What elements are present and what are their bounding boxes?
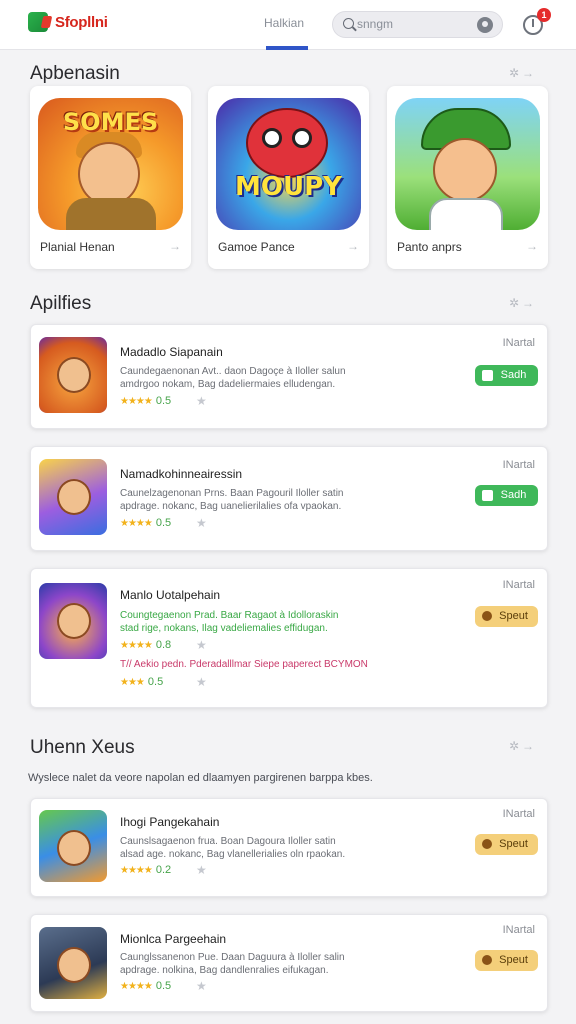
app-rating: ★★★★ 0.5 bbox=[120, 980, 172, 992]
rating-stars-icon: ★★★★ bbox=[120, 865, 153, 876]
install-status: INartal bbox=[502, 808, 535, 820]
favorite-star-icon[interactable]: ★ bbox=[196, 394, 207, 408]
app-icon bbox=[39, 583, 107, 659]
featured-card[interactable]: MOUPY Gamoe Pance → bbox=[208, 86, 369, 269]
rating-stars-icon: ★★★★ bbox=[120, 640, 153, 651]
app-list-item[interactable]: Mionlca Pargeehain Caunglssanenon Pue. D… bbox=[30, 914, 548, 1012]
search-input[interactable] bbox=[357, 17, 477, 31]
install-status: INartal bbox=[502, 337, 535, 349]
app-name: Madadlo Siapanain bbox=[120, 345, 223, 359]
favorite-star-icon[interactable]: ★ bbox=[196, 979, 207, 993]
install-button[interactable]: Sadh bbox=[475, 485, 538, 506]
promo-text[interactable]: T// Aekio pedn. Pderadalllmar Siepe pape… bbox=[120, 659, 368, 670]
download-icon bbox=[482, 490, 493, 501]
app-name: Namadkohinneairessin bbox=[120, 467, 243, 481]
voice-search-icon[interactable] bbox=[477, 17, 493, 33]
cover-title: SOMES bbox=[62, 108, 159, 136]
app-name: Mionlca Pargeehain bbox=[120, 932, 227, 946]
section-more-arrow-icon[interactable]: ✲→ bbox=[509, 66, 537, 80]
favorite-star-icon[interactable]: ★ bbox=[196, 675, 207, 689]
notification-badge: 1 bbox=[537, 8, 551, 22]
app-description: Caundegaenonan Avt.. daon Dagoçe à Iloll… bbox=[120, 366, 346, 390]
rating-stars-icon: ★★★★ bbox=[120, 396, 153, 407]
cover-title: MOUPY bbox=[235, 172, 342, 202]
favorite-star-icon[interactable]: ★ bbox=[196, 638, 207, 652]
section-more-arrow-icon[interactable]: ✲→ bbox=[509, 739, 537, 753]
app-rating: ★★★★ 0.5 bbox=[120, 517, 172, 529]
app-icon bbox=[39, 810, 107, 882]
chevron-right-icon: → bbox=[347, 239, 359, 253]
chevron-right-icon: → bbox=[169, 239, 181, 253]
featured-card-label: Panto anprs bbox=[397, 240, 462, 254]
featured-card[interactable]: SOMES Planial Henan → bbox=[30, 86, 191, 269]
app-list-item[interactable]: Ihogi Pangekahain Caunslsagaenon frua. B… bbox=[30, 798, 548, 897]
user-icon bbox=[482, 611, 492, 621]
section-description: Wyslece nalet da veore napolan ed dlaamy… bbox=[28, 772, 373, 784]
app-description: Caunglssanenon Pue. Daan Daguura à Iloll… bbox=[120, 952, 345, 976]
game-cover-image: MOUPY bbox=[216, 98, 361, 230]
rating-stars-icon: ★★★★ bbox=[120, 981, 153, 992]
search-bar[interactable] bbox=[332, 11, 503, 38]
featured-card-label: Gamoe Pance bbox=[218, 240, 295, 254]
install-status: INartal bbox=[502, 924, 535, 936]
search-icon bbox=[343, 18, 354, 29]
app-list-item[interactable]: Manlo Uotalpehain Coungtegaenon Prad. Ba… bbox=[30, 568, 548, 708]
app-icon bbox=[39, 927, 107, 999]
app-description: Caunelzagenonan Prns. Baan Pagouril Ilol… bbox=[120, 488, 344, 512]
app-rating: ★★★★ 0.2 bbox=[120, 864, 172, 876]
section-more-arrow-icon[interactable]: ✲→ bbox=[509, 296, 537, 310]
game-cover-image bbox=[395, 98, 540, 230]
install-button[interactable]: Sadh bbox=[475, 365, 538, 386]
install-status: INartal bbox=[502, 579, 535, 591]
download-icon bbox=[482, 370, 493, 381]
user-icon bbox=[482, 839, 492, 849]
app-description: Coungtegaenon Prad. Baar Ragaot à Idollo… bbox=[120, 610, 339, 634]
store-logo-icon bbox=[28, 12, 48, 32]
app-name: Manlo Uotalpehain bbox=[120, 588, 221, 602]
favorite-star-icon[interactable]: ★ bbox=[196, 863, 207, 877]
app-icon bbox=[39, 459, 107, 535]
active-tab-indicator bbox=[266, 46, 308, 50]
section-title-featured: Apbenasin bbox=[30, 63, 120, 84]
section-title-news: Uhenn Xeus bbox=[30, 737, 135, 758]
install-status: INartal bbox=[502, 459, 535, 471]
app-icon bbox=[39, 337, 107, 413]
app-list-item[interactable]: Madadlo Siapanain Caundegaenonan Avt.. d… bbox=[30, 324, 548, 429]
update-button[interactable]: Speut bbox=[475, 950, 538, 971]
app-rating-secondary: ★★★ 0.5 bbox=[120, 676, 164, 688]
app-logo[interactable]: Sfopllni bbox=[28, 12, 108, 32]
app-rating: ★★★★ 0.5 bbox=[120, 395, 172, 407]
update-button[interactable]: Speut bbox=[475, 834, 538, 855]
rating-stars-icon: ★★★★ bbox=[120, 518, 153, 529]
chevron-right-icon: → bbox=[526, 239, 538, 253]
app-description: Caunslsagaenon frua. Boan Dagoura Ilolle… bbox=[120, 836, 346, 860]
app-list-item[interactable]: Namadkohinneairessin Caunelzagenonan Prn… bbox=[30, 446, 548, 551]
update-button[interactable]: Speut bbox=[475, 606, 538, 627]
logo-text: Sfopllni bbox=[55, 13, 108, 31]
game-cover-image: SOMES bbox=[38, 98, 183, 230]
user-icon bbox=[482, 955, 492, 965]
top-bar: Sfopllni Halkian 1 bbox=[0, 0, 576, 50]
rating-stars-icon: ★★★ bbox=[120, 677, 145, 688]
featured-card[interactable]: Panto anprs → bbox=[387, 86, 548, 269]
app-rating: ★★★★ 0.8 bbox=[120, 639, 172, 651]
section-title-apps: Apilfies bbox=[30, 293, 92, 314]
featured-card-label: Planial Henan bbox=[40, 240, 115, 254]
app-name: Ihogi Pangekahain bbox=[120, 815, 220, 829]
favorite-star-icon[interactable]: ★ bbox=[196, 516, 207, 530]
nav-tab[interactable]: Halkian bbox=[264, 16, 304, 30]
